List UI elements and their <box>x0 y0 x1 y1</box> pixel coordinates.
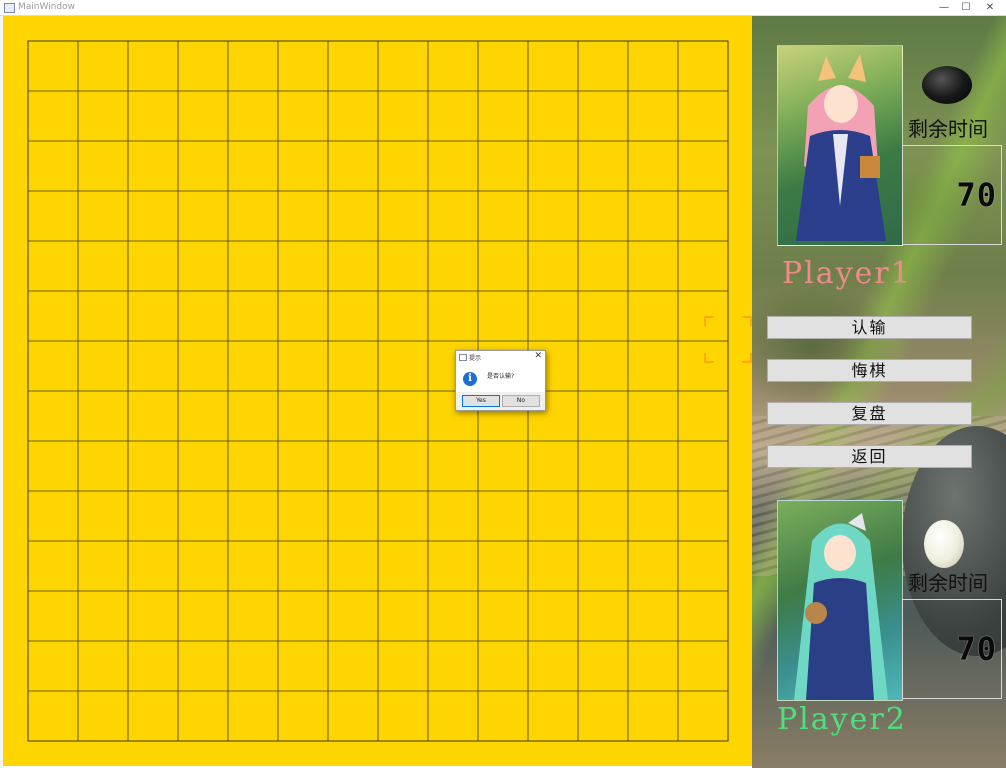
placement-cursor-marker <box>704 316 752 363</box>
marker-corner-tl <box>704 316 714 326</box>
dialog-body: i 是否认输? <box>456 363 545 393</box>
dialog-yes-button[interactable]: Yes <box>462 395 500 407</box>
app-icon <box>4 3 15 13</box>
player1-timer-value: 70 <box>956 176 997 214</box>
player2-white-stone <box>924 520 964 568</box>
window-titlebar: MainWindow — ☐ ✕ <box>0 0 1006 16</box>
player2-timer-display: 70 <box>902 599 1002 699</box>
marker-corner-tr <box>742 316 752 326</box>
face <box>824 85 858 123</box>
player1-black-stone <box>922 66 972 104</box>
marker-corner-br <box>742 353 752 363</box>
held-basket <box>860 156 880 178</box>
player2-avatar-illustration <box>794 513 888 700</box>
player2-remaining-time-label: 剩余时间 <box>908 571 988 595</box>
player1-name: Player1 <box>782 256 912 291</box>
player2-name: Player2 <box>777 702 907 737</box>
marker-corner-bl <box>704 353 714 363</box>
window-title: MainWindow <box>18 2 75 12</box>
face <box>824 535 856 571</box>
dialog-message: 是否认输? <box>487 373 515 380</box>
dialog-app-icon <box>459 354 467 361</box>
player2-timer-value: 70 <box>956 630 997 668</box>
close-button[interactable]: ✕ <box>976 0 1004 15</box>
player1-timer-display: 70 <box>902 145 1002 245</box>
kimono <box>806 578 874 700</box>
undo-button[interactable]: 悔棋 <box>767 359 972 382</box>
board-grid[interactable] <box>3 16 752 766</box>
held-bowl <box>805 602 827 624</box>
info-icon: i <box>463 372 477 386</box>
player1-remaining-time-label: 剩余时间 <box>908 117 988 141</box>
player1-avatar <box>777 45 903 246</box>
confirm-dialog[interactable]: 提示 ✕ i 是否认输? Yes No <box>455 350 546 411</box>
sidebar-panel: 剩余时间 70 Player1 认输 悔棋 复盘 返回 剩余时间 70 Play… <box>752 16 1006 768</box>
back-button[interactable]: 返回 <box>767 445 972 468</box>
dialog-title: 提示 <box>469 355 482 362</box>
dialog-footer: Yes No <box>456 392 545 410</box>
replay-button[interactable]: 复盘 <box>767 402 972 425</box>
go-board[interactable] <box>3 16 752 766</box>
dialog-close-button[interactable]: ✕ <box>534 351 542 361</box>
dialog-no-button[interactable]: No <box>502 395 540 407</box>
player1-avatar-illustration <box>796 54 886 241</box>
resign-button[interactable]: 认输 <box>767 316 972 339</box>
fox-ears <box>818 54 866 82</box>
player2-avatar <box>777 500 903 701</box>
